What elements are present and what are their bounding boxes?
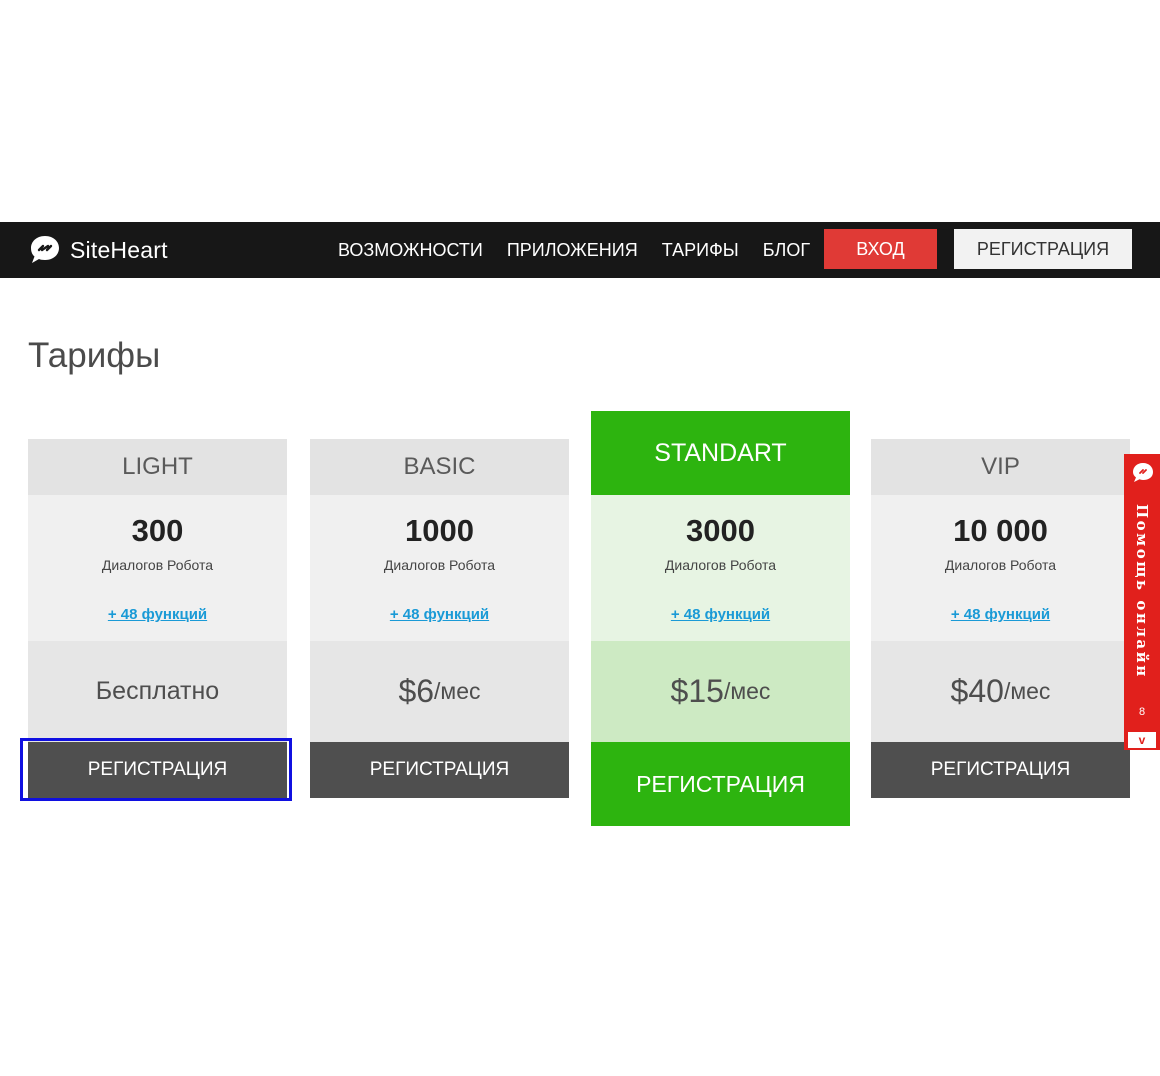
plan-name-header: STANDART <box>591 411 850 495</box>
plan-name: STANDART <box>654 439 787 467</box>
nav-item-blog[interactable]: БЛОГ <box>763 240 810 261</box>
plan-register-button[interactable]: РЕГИСТРАЦИЯ <box>871 742 1130 798</box>
help-counter: 8 <box>1138 706 1146 718</box>
features-link[interactable]: + 48 функций <box>28 606 287 623</box>
page-title: Тарифы <box>28 336 161 375</box>
plan-details: 1000 Диалогов Робота + 48 функций <box>310 495 569 641</box>
help-online-label: Помощь онлайн <box>1133 504 1151 679</box>
dialog-count: 300 <box>131 513 184 548</box>
plan-price: $15/мес <box>591 641 850 742</box>
features-link[interactable]: + 48 функций <box>310 606 569 623</box>
plan-register-button[interactable]: РЕГИСТРАЦИЯ <box>591 742 850 826</box>
plan-details: 300 Диалогов Робота + 48 функций <box>28 495 287 641</box>
plan-name: LIGHT <box>28 439 287 495</box>
price-value: $6 <box>398 673 435 709</box>
logo[interactable]: SiteHeart <box>28 230 168 270</box>
features-link[interactable]: + 48 функций <box>871 606 1130 623</box>
dialog-count-label: Диалогов Робота <box>383 557 496 573</box>
dialog-count-label: Диалогов Робота <box>944 557 1057 573</box>
plan-name: BASIC <box>310 439 569 495</box>
price-value: Бесплатно <box>95 677 220 705</box>
features-link[interactable]: + 48 функций <box>591 606 850 623</box>
chat-bubble-logo-icon <box>31 236 59 263</box>
brand-name: SiteHeart <box>70 236 168 263</box>
chat-heart-icon <box>1133 463 1153 482</box>
dialog-count-label: Диалогов Робота <box>664 557 777 573</box>
widget-toggle-button[interactable]: v <box>1128 732 1156 748</box>
plan-details: 3000 Диалогов Робота + 48 функций <box>591 495 850 641</box>
plan-register-button[interactable]: РЕГИСТРАЦИЯ <box>28 742 287 798</box>
top-navigation-bar: SiteHeart ВОЗМОЖНОСТИ ПРИЛОЖЕНИЯ ТАРИФЫ … <box>0 222 1160 278</box>
plan-price: $40/мес <box>871 641 1130 742</box>
dialog-count: 10 000 <box>953 513 1048 548</box>
plan-details: 10 000 Диалогов Робота + 48 функций <box>871 495 1130 641</box>
dialog-count: 1000 <box>405 513 474 548</box>
help-online-widget[interactable]: Помощь онлайн 8 v <box>1124 454 1160 750</box>
login-button[interactable]: ВХОД <box>824 229 937 269</box>
nav-item-pricing[interactable]: ТАРИФЫ <box>662 240 739 261</box>
nav-item-features[interactable]: ВОЗМОЖНОСТИ <box>338 240 483 261</box>
price-unit: /мес <box>723 678 771 704</box>
plan-price: Бесплатно <box>28 641 287 742</box>
header-register-button[interactable]: РЕГИСТРАЦИЯ <box>954 229 1132 269</box>
plan-price: $6/мес <box>310 641 569 742</box>
nav-item-apps[interactable]: ПРИЛОЖЕНИЯ <box>507 240 638 261</box>
dialog-count-label: Диалогов Робота <box>101 557 214 573</box>
main-nav: ВОЗМОЖНОСТИ ПРИЛОЖЕНИЯ ТАРИФЫ БЛОГ <box>338 222 810 278</box>
price-value: $40 <box>950 673 1004 709</box>
price-unit: /мес <box>1003 678 1051 704</box>
price-value: $15 <box>670 673 724 709</box>
price-unit: /мес <box>434 678 481 704</box>
plan-name: VIP <box>871 439 1130 495</box>
dialog-count: 3000 <box>686 513 755 548</box>
page: SiteHeart ВОЗМОЖНОСТИ ПРИЛОЖЕНИЯ ТАРИФЫ … <box>0 0 1160 1076</box>
plan-register-button[interactable]: РЕГИСТРАЦИЯ <box>310 742 569 798</box>
